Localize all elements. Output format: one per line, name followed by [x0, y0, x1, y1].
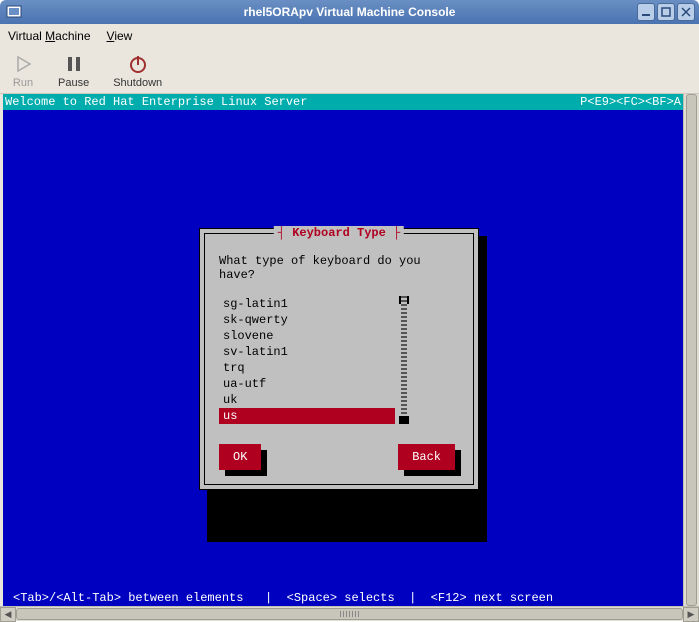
list-item[interactable]: uk [219, 392, 395, 408]
scrollbar-thumb[interactable] [16, 608, 683, 620]
ok-button[interactable]: OK [219, 444, 261, 470]
list-item[interactable]: trq [219, 360, 395, 376]
dialog-question: What type of keyboard do you have? [219, 254, 459, 282]
keyboard-list[interactable]: sg-latin1 sk-qwerty slovene sv-latin1 tr… [219, 296, 395, 424]
pause-icon [63, 53, 85, 75]
vm-console[interactable]: Welcome to Red Hat Enterprise Linux Serv… [3, 94, 683, 606]
list-item[interactable]: slovene [219, 328, 395, 344]
scroll-down-icon[interactable] [399, 416, 409, 424]
dialog-title: ┤ Keyboard Type ├ [274, 226, 404, 240]
header-right-text: P<E9><FC><BF>A [580, 94, 681, 110]
console-header: Welcome to Red Hat Enterprise Linux Serv… [3, 94, 683, 110]
menu-view[interactable]: View [107, 29, 133, 43]
app-icon [6, 4, 22, 20]
welcome-text: Welcome to Red Hat Enterprise Linux Serv… [5, 94, 307, 110]
console-container: Welcome to Red Hat Enterprise Linux Serv… [0, 94, 699, 606]
back-button[interactable]: Back [398, 444, 455, 470]
menu-virtual-machine[interactable]: Virtual Machine [8, 29, 91, 43]
close-button[interactable] [677, 3, 695, 21]
scroll-right-icon[interactable]: ▶ [683, 607, 699, 622]
horizontal-scrollbar[interactable]: ◀ ▶ [0, 606, 699, 621]
maximize-button[interactable] [657, 3, 675, 21]
minimize-button[interactable] [637, 3, 655, 21]
list-item[interactable]: ua-utf [219, 376, 395, 392]
toolbar: Run Pause Shutdown [0, 48, 699, 94]
power-icon [127, 53, 149, 75]
scroll-left-icon[interactable]: ◀ [0, 607, 16, 622]
window-titlebar: rhel5ORApv Virtual Machine Console [0, 0, 699, 24]
list-item[interactable]: sg-latin1 [219, 296, 395, 312]
pause-button[interactable]: Pause [58, 53, 89, 89]
menubar: Virtual Machine View [0, 24, 699, 48]
keyboard-type-dialog: ┤ Keyboard Type ├ What type of keyboard … [199, 228, 479, 490]
shutdown-button[interactable]: Shutdown [113, 53, 162, 89]
vertical-scrollbar[interactable] [683, 94, 699, 606]
list-item[interactable]: sk-qwerty [219, 312, 395, 328]
list-item-selected[interactable]: us [219, 408, 395, 424]
list-item[interactable]: sv-latin1 [219, 344, 395, 360]
scrollbar-thumb[interactable] [686, 94, 697, 606]
window-title: rhel5ORApv Virtual Machine Console [244, 5, 456, 19]
list-scrollbar[interactable] [399, 296, 409, 424]
play-icon [12, 53, 34, 75]
console-footer: <Tab>/<Alt-Tab> between elements | <Spac… [3, 590, 683, 606]
run-button: Run [12, 53, 34, 89]
